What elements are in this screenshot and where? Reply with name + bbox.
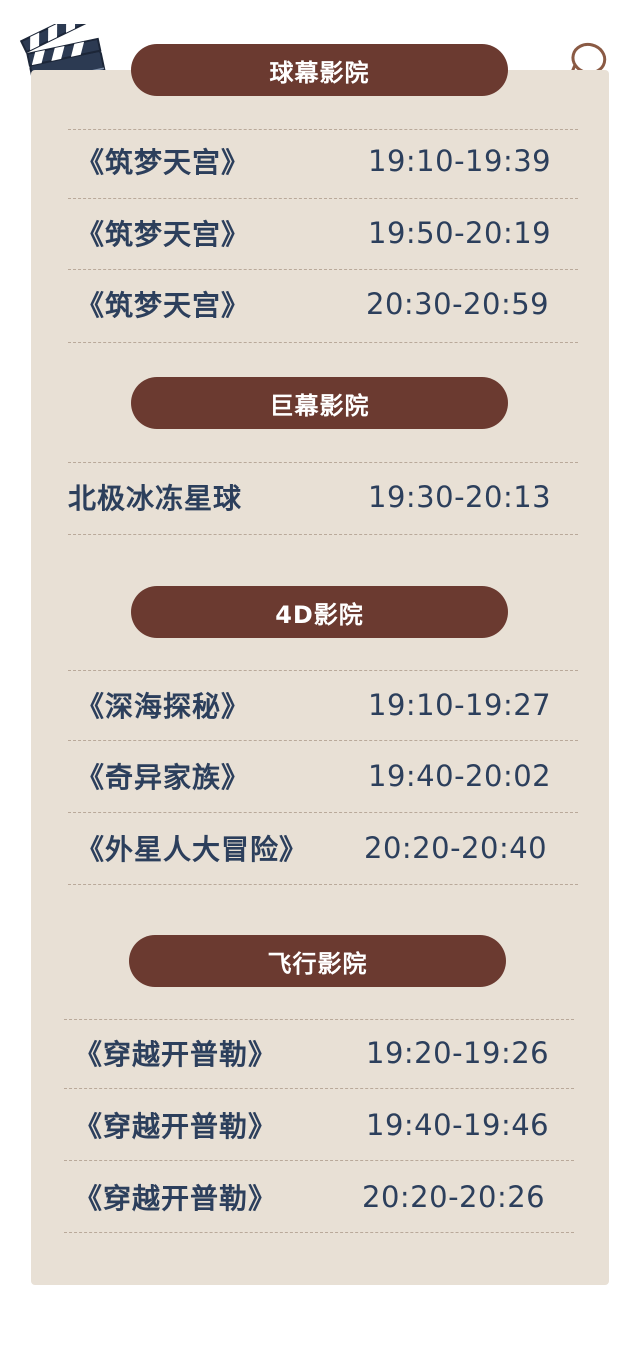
showtime: 19:10-19:27 bbox=[368, 688, 552, 722]
divider bbox=[68, 462, 578, 463]
divider bbox=[68, 269, 578, 270]
showtime: 19:30-20:13 bbox=[368, 480, 552, 514]
showtime: 20:30-20:59 bbox=[366, 287, 550, 321]
divider bbox=[68, 812, 578, 813]
showtime: 20:20-20:40 bbox=[364, 831, 548, 865]
divider bbox=[68, 534, 578, 535]
schedule-row: 《筑梦天宫》 19:50-20:19 bbox=[0, 213, 640, 253]
film-title: 《外星人大冒险》 bbox=[76, 833, 309, 866]
divider bbox=[64, 1232, 574, 1233]
schedule-row: 北极冰冻星球 19:30-20:13 bbox=[0, 477, 640, 517]
schedule-row: 《奇异家族》 19:40-20:02 bbox=[0, 756, 640, 796]
film-title: 《深海探秘》 bbox=[76, 690, 251, 723]
divider bbox=[64, 1160, 574, 1161]
showtime: 19:40-20:02 bbox=[368, 759, 552, 793]
showtime: 20:20-20:26 bbox=[362, 1180, 546, 1214]
divider bbox=[68, 740, 578, 741]
showtime: 19:10-19:39 bbox=[368, 144, 552, 178]
schedule-row: 《穿越开普勒》 19:40-19:46 bbox=[0, 1105, 640, 1145]
schedule-row: 《深海探秘》 19:10-19:27 bbox=[0, 685, 640, 725]
schedule-row: 《筑梦天宫》 19:10-19:39 bbox=[0, 141, 640, 181]
divider bbox=[68, 342, 578, 343]
section-heading: 4D影院 bbox=[131, 586, 508, 638]
film-title: 《筑梦天宫》 bbox=[76, 218, 251, 251]
film-title: 《穿越开普勒》 bbox=[74, 1182, 278, 1215]
showtime: 19:20-19:26 bbox=[366, 1036, 550, 1070]
film-title: 《筑梦天宫》 bbox=[76, 146, 251, 179]
film-title: 《穿越开普勒》 bbox=[74, 1038, 278, 1071]
divider bbox=[68, 129, 578, 130]
film-title: 《奇异家族》 bbox=[76, 761, 251, 794]
section-heading: 球幕影院 bbox=[131, 44, 508, 96]
showtime: 19:50-20:19 bbox=[368, 216, 552, 250]
schedule-row: 《外星人大冒险》 20:20-20:40 bbox=[0, 828, 640, 868]
section-heading: 飞行影院 bbox=[129, 935, 506, 987]
divider bbox=[68, 198, 578, 199]
schedule-row: 《筑梦天宫》 20:30-20:59 bbox=[0, 284, 640, 324]
divider bbox=[68, 670, 578, 671]
film-title: 北极冰冻星球 bbox=[68, 482, 243, 515]
showtime: 19:40-19:46 bbox=[366, 1108, 550, 1142]
section-heading: 巨幕影院 bbox=[131, 377, 508, 429]
divider bbox=[68, 884, 578, 885]
divider bbox=[64, 1019, 574, 1020]
schedule-row: 《穿越开普勒》 19:20-19:26 bbox=[0, 1033, 640, 1073]
schedule-row: 《穿越开普勒》 20:20-20:26 bbox=[0, 1177, 640, 1217]
film-title: 《筑梦天宫》 bbox=[76, 289, 251, 322]
film-title: 《穿越开普勒》 bbox=[74, 1110, 278, 1143]
divider bbox=[64, 1088, 574, 1089]
